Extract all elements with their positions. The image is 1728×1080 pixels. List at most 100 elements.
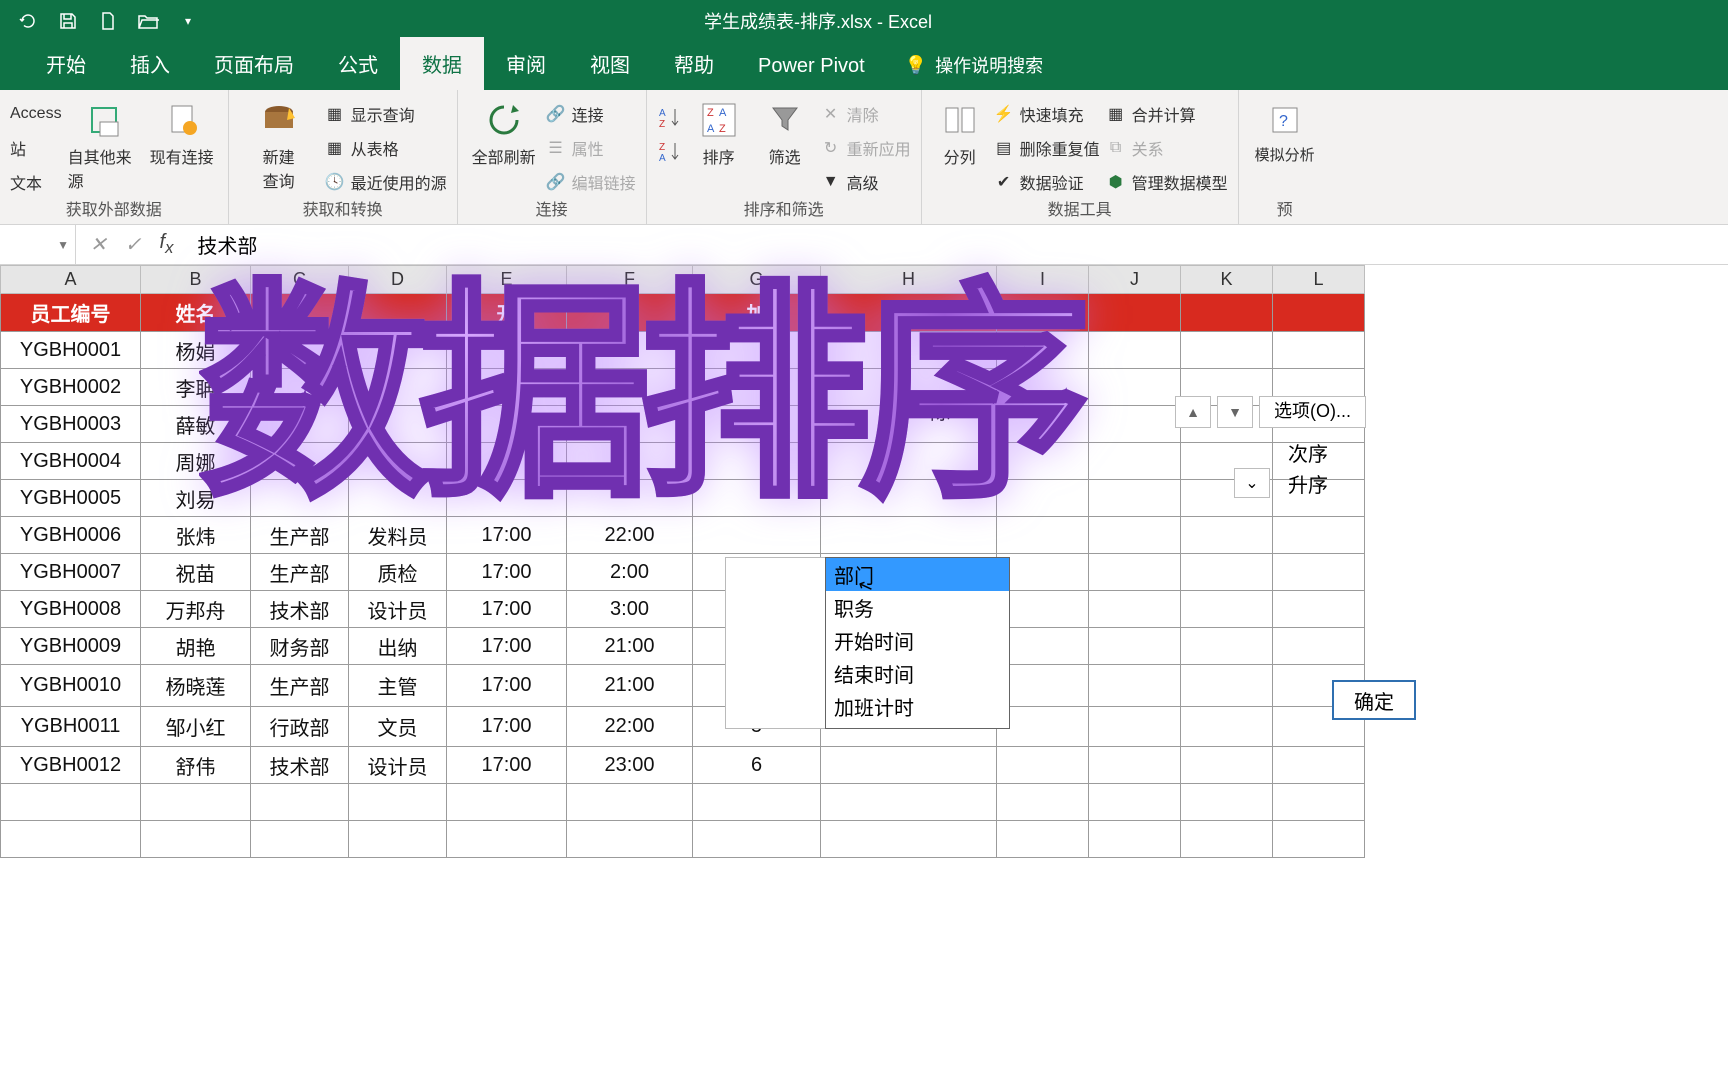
edit-links-button[interactable]: 🔗编辑链接: [546, 168, 636, 196]
connections-button[interactable]: 🔗连接: [546, 100, 636, 128]
sort-az-button[interactable]: AZ: [657, 104, 683, 132]
svg-text:A: A: [707, 123, 715, 135]
remove-dup-button[interactable]: ▤删除重复值: [994, 134, 1100, 162]
ribbon-tabs: 开始 插入 页面布局 公式 数据 审阅 视图 帮助 Power Pivot 💡 …: [0, 42, 1728, 90]
qat-dropdown-icon[interactable]: ▾: [168, 0, 208, 42]
table-row[interactable]: YGBH0009胡艳财务部出纳17:0021:00: [1, 628, 1365, 665]
split-icon: [940, 100, 980, 140]
show-query-button[interactable]: ▦显示查询: [325, 100, 447, 128]
relation-icon: ⧉: [1106, 138, 1126, 158]
list-item[interactable]: 部门: [826, 558, 1009, 591]
clear-button[interactable]: ✕清除: [821, 100, 911, 128]
empty-row[interactable]: [1, 784, 1365, 821]
whatif-button[interactable]: ? 模拟分析: [1249, 94, 1321, 165]
move-down-button[interactable]: ▼: [1217, 396, 1253, 428]
group-label: 数据工具: [932, 196, 1228, 222]
table-row[interactable]: YGBH0007祝苗生产部质检17:002:00: [1, 554, 1365, 591]
consolidate-button[interactable]: ▦合并计算: [1106, 100, 1228, 128]
column-select-listbox[interactable]: 部门 职务 开始时间 结束时间 加班计时 加班工资: [825, 557, 1010, 729]
relationships-button[interactable]: ⧉关系: [1106, 134, 1228, 162]
confirm-icon[interactable]: ✓: [125, 232, 142, 257]
new-query-icon: [259, 100, 299, 140]
options-button[interactable]: 选项(O)...: [1259, 396, 1366, 428]
sort-za-button[interactable]: ZA: [657, 138, 683, 166]
list-item[interactable]: 开始时间: [826, 624, 1009, 657]
svg-text:?: ?: [1279, 113, 1288, 130]
table-row[interactable]: YGBH0008万邦舟技术部设计员17:003:00: [1, 591, 1365, 628]
refresh-icon: [484, 100, 524, 140]
group-label: 获取外部数据: [10, 196, 218, 222]
dup-icon: ▤: [994, 138, 1014, 158]
new-file-icon[interactable]: [88, 0, 128, 42]
cancel-icon[interactable]: ✕: [90, 232, 107, 257]
flash-fill-button[interactable]: ⚡快速填充: [994, 100, 1100, 128]
recent-icon: 🕓: [325, 172, 345, 192]
svg-text:Z: Z: [659, 142, 665, 153]
edit-link-icon: 🔗: [546, 172, 566, 192]
quick-access-toolbar: ▾: [0, 0, 208, 42]
chevron-down-icon: ▼: [57, 238, 69, 252]
list-item[interactable]: 职务: [826, 591, 1009, 624]
properties-button[interactable]: ☰属性: [546, 134, 636, 162]
from-other-button[interactable]: 自其他来源: [68, 94, 140, 192]
save-icon[interactable]: [48, 0, 88, 42]
tab-help[interactable]: 帮助: [652, 37, 736, 90]
svg-text:A: A: [719, 107, 727, 119]
tell-me-search[interactable]: 💡 操作说明搜索: [887, 40, 1061, 90]
from-text-button[interactable]: 文本: [10, 168, 62, 196]
order-value: 升序: [1288, 469, 1328, 498]
from-web-button[interactable]: 站: [10, 134, 62, 162]
reapply-icon: ↻: [821, 138, 841, 158]
existing-conn-button[interactable]: 现有连接: [146, 94, 218, 168]
table-row[interactable]: YGBH0012舒伟技术部设计员17:0023:006: [1, 747, 1365, 784]
recent-sources-button[interactable]: 🕓最近使用的源: [325, 168, 447, 196]
tab-view[interactable]: 视图: [568, 37, 652, 90]
list-item[interactable]: 加班工资: [826, 723, 1009, 729]
move-up-button[interactable]: ▲: [1175, 396, 1211, 428]
tab-layout[interactable]: 页面布局: [192, 37, 316, 90]
svg-text:A: A: [659, 108, 666, 119]
list-item[interactable]: 结束时间: [826, 657, 1009, 690]
chevron-down-icon: ▼: [1228, 404, 1242, 420]
advanced-button[interactable]: ▼高级: [821, 168, 911, 196]
advanced-icon: ▼: [821, 172, 841, 192]
sort-dialog-buttons: ▲ ▼ 选项(O)...: [1175, 396, 1366, 428]
tab-powerpivot[interactable]: Power Pivot: [736, 43, 887, 90]
reapply-button[interactable]: ↻重新应用: [821, 134, 911, 162]
list-item[interactable]: 加班计时: [826, 690, 1009, 723]
from-table-button[interactable]: ▦从表格: [325, 134, 447, 162]
table-row[interactable]: YGBH0011邹小红行政部文员17:0022:005: [1, 707, 1365, 747]
tab-start[interactable]: 开始: [24, 37, 108, 90]
tab-data[interactable]: 数据: [400, 37, 484, 90]
group-get-transform: 新建 查询 ▦显示查询 ▦从表格 🕓最近使用的源 获取和转换: [229, 90, 458, 224]
empty-row[interactable]: [1, 821, 1365, 858]
data-validation-button[interactable]: ✔数据验证: [994, 168, 1100, 196]
tab-review[interactable]: 审阅: [484, 37, 568, 90]
tab-formula[interactable]: 公式: [316, 37, 400, 90]
group-label: 连接: [468, 196, 636, 222]
ok-button[interactable]: 确定: [1332, 680, 1416, 720]
tab-insert[interactable]: 插入: [108, 37, 192, 90]
table-icon: ▦: [325, 138, 345, 158]
whatif-icon: ?: [1265, 100, 1305, 140]
text-to-columns-button[interactable]: 分列: [932, 94, 988, 168]
window-title: 学生成绩表-排序.xlsx - Excel: [208, 8, 1428, 34]
data-model-button[interactable]: ⬢管理数据模型: [1106, 168, 1228, 196]
new-query-button[interactable]: 新建 查询: [239, 94, 319, 192]
from-access-button[interactable]: Access: [10, 100, 62, 128]
chevron-down-icon: ⌄: [1245, 473, 1258, 493]
open-file-icon[interactable]: [128, 0, 168, 42]
sort-button[interactable]: ZAAZ 排序: [689, 94, 749, 168]
title-bar: ▾ 学生成绩表-排序.xlsx - Excel: [0, 0, 1728, 42]
undo-icon[interactable]: [8, 0, 48, 42]
column-dropdown[interactable]: ⌄: [1234, 468, 1270, 498]
filter-button[interactable]: 筛选: [755, 94, 815, 168]
refresh-all-button[interactable]: 全部刷新: [468, 94, 540, 168]
fx-icon[interactable]: fx: [160, 231, 174, 258]
table-row[interactable]: YGBH0010杨晓莲生产部主管17:0021:00: [1, 665, 1365, 707]
name-box[interactable]: ▼: [0, 225, 76, 264]
ribbon-body: Access 站 文本 自其他来源 现有连接 获取外部数据 新建 查询 ▦显示查…: [0, 90, 1728, 225]
formula-bar: ▼ ✕ ✓ fx 技术部: [0, 225, 1728, 265]
formula-input[interactable]: 技术部: [187, 230, 1728, 259]
group-external-data: Access 站 文本 自其他来源 现有连接 获取外部数据: [0, 90, 229, 224]
